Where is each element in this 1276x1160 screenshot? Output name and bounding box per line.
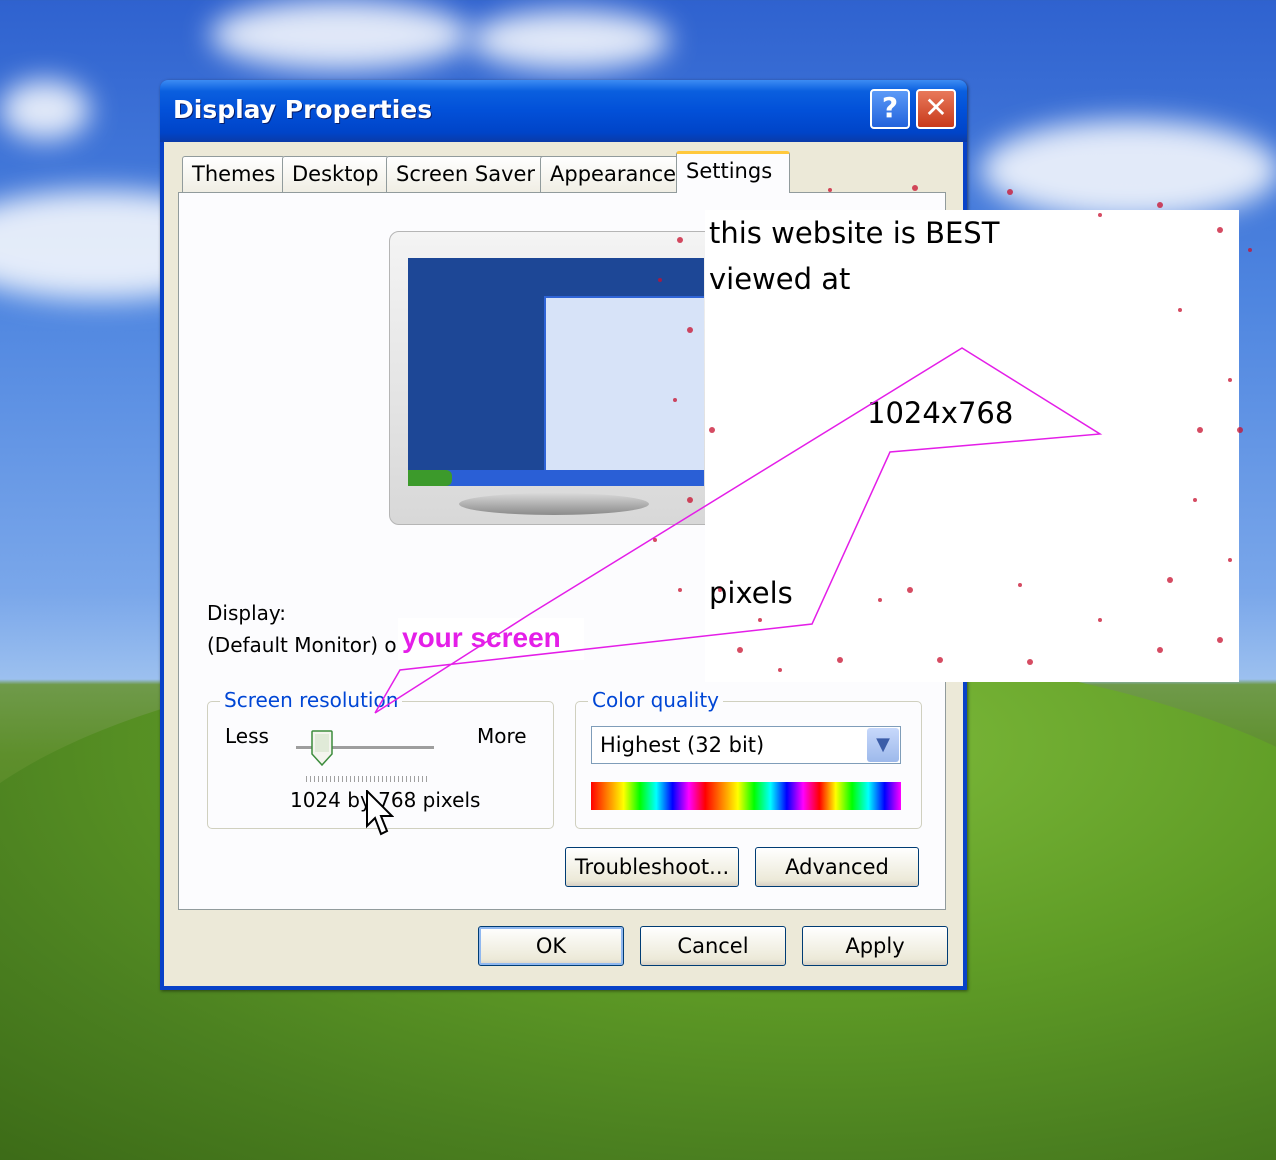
color-quality-legend: Color quality — [588, 688, 723, 712]
help-button[interactable]: ? — [870, 89, 910, 129]
display-label: Display: — [207, 601, 287, 625]
ok-button[interactable]: OK — [478, 926, 624, 966]
close-icon: ✕ — [924, 91, 948, 124]
resolution-slider-thumb[interactable] — [311, 730, 333, 766]
advanced-button[interactable]: Advanced — [755, 847, 919, 887]
slider-less-label: Less — [225, 724, 269, 748]
note-line-2: viewed at — [709, 262, 851, 296]
note-line-1: this website is BEST — [709, 216, 1000, 250]
note-pixels: pixels — [709, 576, 793, 610]
your-screen-overlay: your screen — [398, 618, 584, 660]
overlay-note: this website is BEST viewed at 1024x768 … — [705, 210, 1239, 682]
tab-desktop[interactable]: Desktop — [282, 156, 389, 192]
monitor-screen — [408, 258, 704, 486]
color-quality-select[interactable]: Highest (32 bit) ▼ — [591, 726, 901, 764]
slider-more-label: More — [477, 724, 527, 748]
note-resolution: 1024x768 — [867, 396, 1014, 430]
monitor-preview — [389, 231, 721, 525]
mouse-cursor-icon — [366, 790, 394, 836]
tab-settings[interactable]: Settings — [676, 151, 790, 193]
chevron-down-icon[interactable]: ▼ — [867, 728, 899, 762]
close-button[interactable]: ✕ — [916, 89, 956, 129]
color-quality-group: Color quality Highest (32 bit) ▼ — [575, 688, 922, 829]
tab-themes[interactable]: Themes — [182, 156, 286, 192]
slider-ticks — [306, 776, 430, 782]
apply-button[interactable]: Apply — [802, 926, 948, 966]
tab-screen-saver[interactable]: Screen Saver — [386, 156, 546, 192]
troubleshoot-button[interactable]: Troubleshoot... — [565, 847, 739, 887]
monitor-stand — [459, 493, 649, 515]
tab-appearance[interactable]: Appearance — [540, 156, 687, 192]
title-bar[interactable]: Display Properties ? ✕ — [160, 80, 967, 142]
color-quality-selected: Highest (32 bit) — [600, 733, 765, 757]
help-icon: ? — [881, 91, 899, 124]
cancel-button[interactable]: Cancel — [640, 926, 786, 966]
screen-resolution-legend: Screen resolution — [220, 688, 403, 712]
color-spectrum-bar — [591, 782, 901, 810]
display-value: (Default Monitor) on — [207, 633, 410, 657]
window-title: Display Properties — [173, 95, 433, 124]
